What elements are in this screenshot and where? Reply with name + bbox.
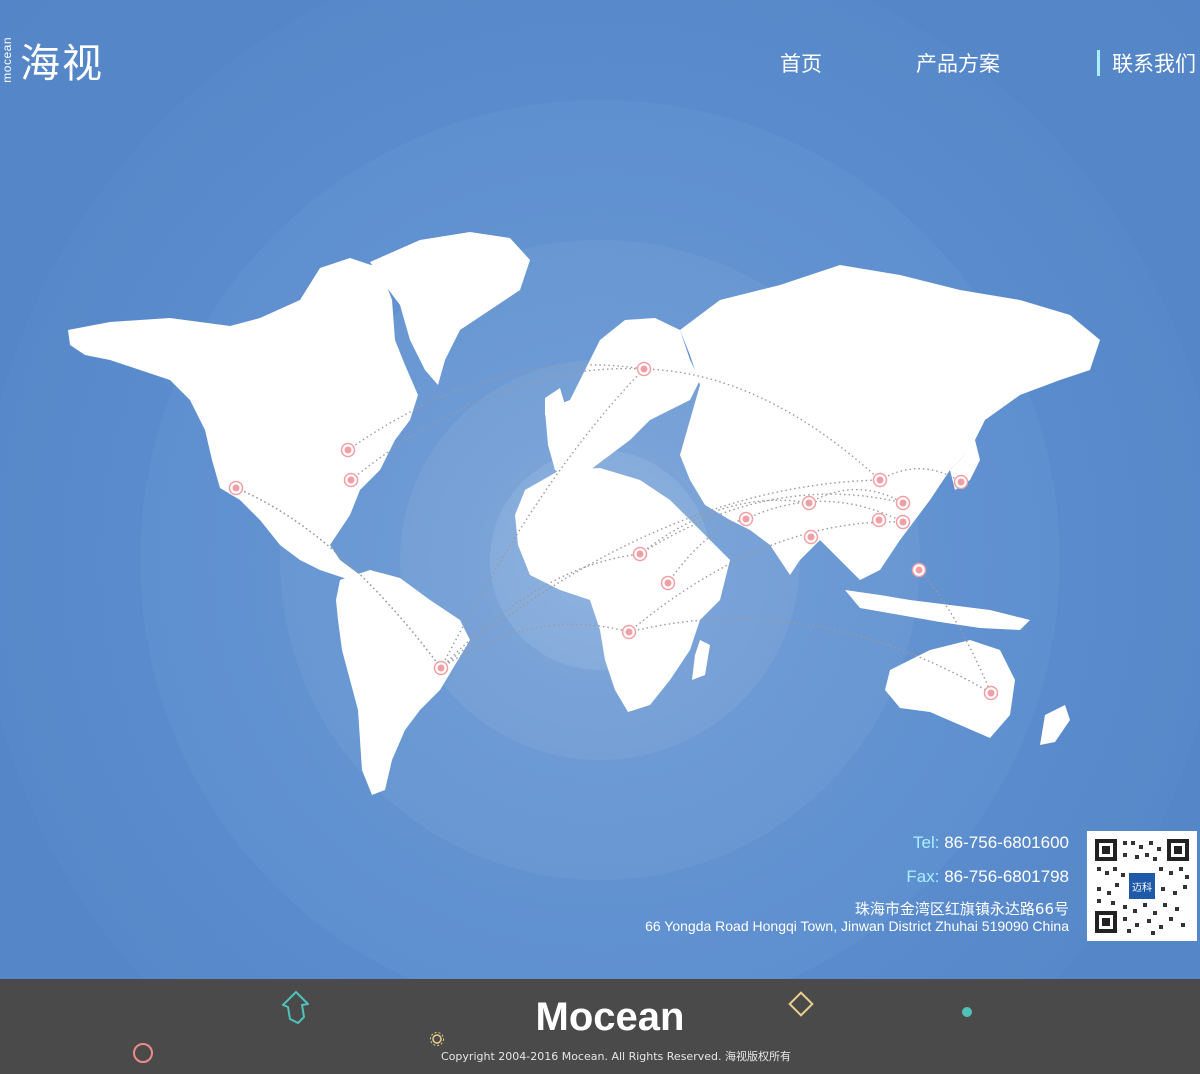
office-hub-marker[interactable] (911, 562, 927, 578)
north-america-landmass (68, 258, 418, 580)
continents (68, 232, 1100, 795)
madagascar-landmass (692, 640, 710, 680)
office-hub-marker[interactable] (803, 529, 819, 545)
map-stage: mocean 海视 首页 产品方案 联系我们 Tel: 86-756-68016… (0, 0, 1200, 979)
asia-landmass (680, 265, 1100, 580)
office-hub-marker[interactable] (340, 442, 356, 458)
qr-code-icon: 迈科 (1095, 839, 1189, 935)
office-hub-marker[interactable] (621, 624, 637, 640)
office-hub-marker[interactable] (801, 495, 817, 511)
copyright: Copyright 2004-2016 Mocean. All Rights R… (441, 1050, 791, 1063)
contact-info: Tel: 86-756-6801600 Fax: 86-756-6801798 … (645, 832, 1069, 934)
active-indicator (1097, 50, 1100, 76)
tel-row: Tel: 86-756-6801600 (645, 832, 1069, 854)
fax-value: 86-756-6801798 (944, 867, 1069, 886)
office-hub-marker[interactable] (895, 514, 911, 530)
footer-brand: Mocean (535, 995, 685, 1039)
tel-label: Tel: (913, 833, 940, 852)
office-hub-marker[interactable] (872, 472, 888, 488)
office-hub-marker[interactable] (660, 575, 676, 591)
office-hub-marker[interactable] (895, 495, 911, 511)
office-hub-marker[interactable] (871, 512, 887, 528)
main-nav: 首页 产品方案 联系我们 (0, 44, 1200, 84)
nav-item-products[interactable]: 产品方案 (916, 48, 1000, 78)
footer: Mocean Copyright 2004-2016 Mocean. All R… (0, 979, 1200, 1074)
office-hub-marker[interactable] (636, 361, 652, 377)
south-america-landmass (336, 570, 470, 795)
office-hub-marker[interactable] (228, 480, 244, 496)
office-hub-marker[interactable] (983, 685, 999, 701)
office-hub-marker[interactable] (953, 474, 969, 490)
office-hub-marker[interactable] (738, 511, 754, 527)
fax-label: Fax: (906, 867, 940, 886)
address-chinese: 珠海市金湾区红旗镇永达路66号 (854, 900, 1069, 918)
nav-item-contact[interactable]: 联系我们 (1112, 48, 1196, 78)
office-hub-marker[interactable] (632, 546, 648, 562)
indonesia-landmass (845, 590, 1030, 630)
qr-badge-text: 迈科 (1132, 881, 1152, 894)
new-zealand-landmass (1040, 705, 1070, 745)
office-hub-marker[interactable] (433, 660, 449, 676)
fax-row: Fax: 86-756-6801798 (645, 866, 1069, 888)
office-hub-marker[interactable] (343, 472, 359, 488)
nav-item-home[interactable]: 首页 (780, 48, 822, 78)
europe-landmass (545, 318, 700, 480)
tel-value: 86-756-6801600 (944, 833, 1069, 852)
address-english: 66 Yongda Road Hongqi Town, Jinwan Distr… (645, 918, 1069, 934)
qr-code: 迈科 (1087, 831, 1197, 941)
